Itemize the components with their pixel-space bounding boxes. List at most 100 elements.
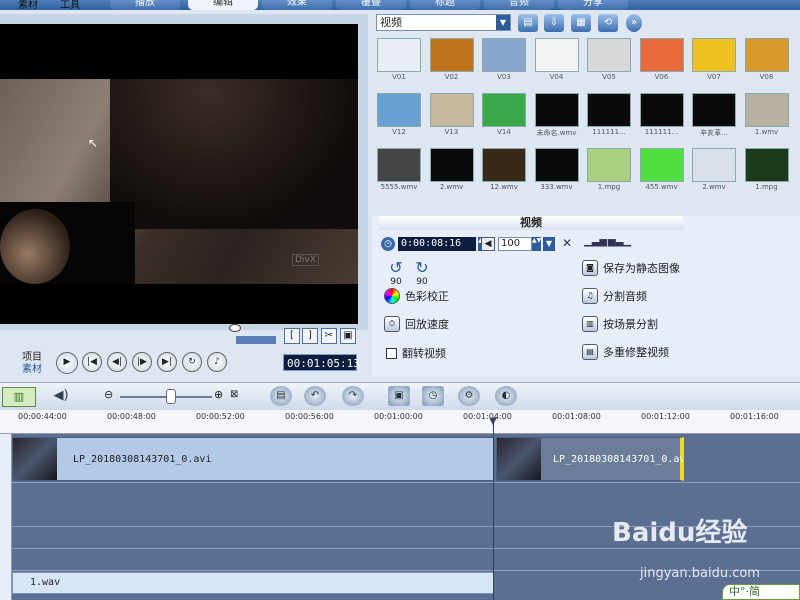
music-track-icon[interactable]: [0, 570, 12, 600]
fade-out-icon[interactable]: ▅▃▁: [608, 236, 631, 247]
scene-split-option[interactable]: ▥ 按场景分割: [582, 316, 658, 332]
video-panel-title[interactable]: 视频: [378, 216, 684, 230]
record-capture-icon[interactable]: ▣: [388, 386, 410, 406]
cut-icon[interactable]: ✂: [321, 328, 337, 344]
home-button[interactable]: |◀: [82, 352, 102, 372]
library-thumb[interactable]: [744, 148, 789, 182]
tab-title[interactable]: 标题: [410, 0, 480, 10]
expand-icon[interactable]: »: [626, 14, 642, 32]
library-thumb[interactable]: [534, 93, 579, 127]
color-correct-option[interactable]: 色彩校正: [384, 288, 449, 304]
library-thumb[interactable]: [534, 148, 579, 182]
library-thumb[interactable]: [587, 38, 631, 72]
next-frame-button[interactable]: |▶: [132, 352, 152, 372]
undo-icon[interactable]: ↶: [304, 386, 326, 406]
library-thumb-label: V04: [549, 73, 564, 81]
library-thumb[interactable]: [639, 38, 684, 72]
library-thumb[interactable]: [377, 93, 421, 127]
library-thumb[interactable]: [639, 93, 684, 127]
library-thumb[interactable]: [692, 148, 736, 182]
library-thumb[interactable]: [429, 148, 474, 182]
library-category-select[interactable]: 视频 ▼: [376, 14, 511, 31]
rotate-left-button[interactable]: ↺ 90: [384, 258, 408, 287]
trim-marker[interactable]: [229, 324, 241, 332]
library-thumb[interactable]: [482, 38, 526, 72]
redo-icon[interactable]: ↷: [342, 386, 364, 406]
duration-field[interactable]: 0:00:08:16: [398, 237, 476, 251]
audio-mixer-icon[interactable]: ⚙: [458, 386, 480, 406]
zoom-out-icon[interactable]: ⊖: [104, 388, 113, 401]
split-audio-option[interactable]: ♫ 分割音频: [582, 288, 647, 304]
library-thumb[interactable]: [482, 93, 526, 127]
save-still-option[interactable]: ◙ 保存为静态图像: [582, 260, 680, 276]
insert-media-icon[interactable]: ▤: [270, 386, 292, 406]
library-thumb[interactable]: [692, 38, 736, 72]
audio-clip[interactable]: [12, 572, 494, 594]
play-button[interactable]: ▶: [56, 352, 78, 374]
volume-stepper[interactable]: ▲▼: [532, 237, 541, 251]
overlay-track-icon[interactable]: [0, 482, 12, 526]
trim-bar[interactable]: [236, 336, 276, 344]
mute-icon[interactable]: ✕: [562, 236, 572, 250]
library-thumb[interactable]: [377, 148, 421, 182]
title-track-icon[interactable]: [0, 526, 12, 548]
storyboard-view-icon[interactable]: ▥: [2, 387, 36, 407]
reverse-checkbox[interactable]: [386, 347, 397, 359]
playback-speed-option[interactable]: ⏱ 回放速度: [384, 316, 449, 332]
library-manager-icon[interactable]: ▦: [571, 14, 591, 32]
volume-dropdown-icon[interactable]: ▼: [543, 237, 555, 251]
multi-trim-option[interactable]: ▤ 多重修整视频: [582, 344, 669, 360]
tab-share[interactable]: 分享: [558, 0, 628, 10]
library-thumb[interactable]: [744, 38, 789, 72]
voice-track-icon[interactable]: [0, 548, 12, 570]
library-thumb[interactable]: [429, 38, 474, 72]
zoom-in-icon[interactable]: ⊕: [214, 388, 223, 401]
preview-screen[interactable]: DivX ↖: [0, 24, 358, 324]
chevron-down-icon[interactable]: ▼: [496, 15, 510, 30]
menu-item[interactable]: 素材: [18, 0, 38, 11]
smart-proxy-icon[interactable]: ◐: [495, 386, 517, 406]
playhead-line[interactable]: [493, 418, 494, 600]
audio-view-icon[interactable]: ◀): [46, 387, 76, 407]
sort-icon[interactable]: ⟲: [598, 14, 618, 32]
tab-overlay[interactable]: 覆叠: [336, 0, 406, 10]
tab-edit[interactable]: 编辑: [188, 0, 258, 10]
volume-input[interactable]: 100: [498, 237, 532, 251]
prev-frame-button[interactable]: ◀|: [107, 352, 127, 372]
timecode-display[interactable]: 00:01:05:13: [283, 354, 360, 371]
rotate-right-button[interactable]: ↻ 90: [410, 258, 434, 287]
library-thumb[interactable]: [534, 38, 579, 72]
library-thumb[interactable]: [429, 93, 474, 127]
library-thumb[interactable]: [744, 93, 789, 127]
reverse-video-option[interactable]: 翻转视频: [386, 345, 446, 361]
import-icon[interactable]: ⇩: [544, 14, 564, 32]
library-thumb[interactable]: [587, 148, 631, 182]
track-manager-icon[interactable]: ◷: [422, 386, 444, 406]
project-label[interactable]: 项目: [22, 352, 42, 364]
timeline-clip[interactable]: LP_20180308143701_0.avi: [496, 437, 684, 481]
library-thumb[interactable]: [377, 38, 421, 72]
library-thumb[interactable]: [639, 148, 684, 182]
zoom-slider-thumb[interactable]: [166, 389, 176, 404]
end-button[interactable]: ▶|: [157, 352, 177, 372]
mark-in-button[interactable]: [: [284, 328, 300, 344]
clip-label[interactable]: 素材: [22, 364, 42, 376]
enlarge-icon[interactable]: ▣: [340, 328, 356, 344]
mark-out-button[interactable]: ]: [302, 328, 318, 344]
repeat-button[interactable]: ↻: [182, 352, 202, 372]
library-thumb[interactable]: [692, 93, 736, 127]
ime-status-bar[interactable]: 中°·简: [722, 584, 800, 600]
video-track-icon[interactable]: [0, 434, 12, 482]
tab-audio[interactable]: 音频: [484, 0, 554, 10]
fit-project-icon[interactable]: ⊠: [230, 389, 238, 400]
timeline-clip[interactable]: LP_20180308143701_0.avi: [12, 437, 494, 481]
clip-thumbnail: [13, 438, 57, 480]
fade-in-icon[interactable]: ▁▃▅: [584, 236, 607, 247]
tab-play[interactable]: 播放: [110, 0, 180, 10]
volume-button[interactable]: ♪: [207, 352, 227, 372]
library-thumb[interactable]: [587, 93, 631, 127]
menu-item[interactable]: 工具: [60, 0, 80, 11]
library-thumb[interactable]: [482, 148, 526, 182]
tab-effect[interactable]: 效果: [262, 0, 332, 10]
folder-icon[interactable]: ▤: [518, 14, 538, 32]
